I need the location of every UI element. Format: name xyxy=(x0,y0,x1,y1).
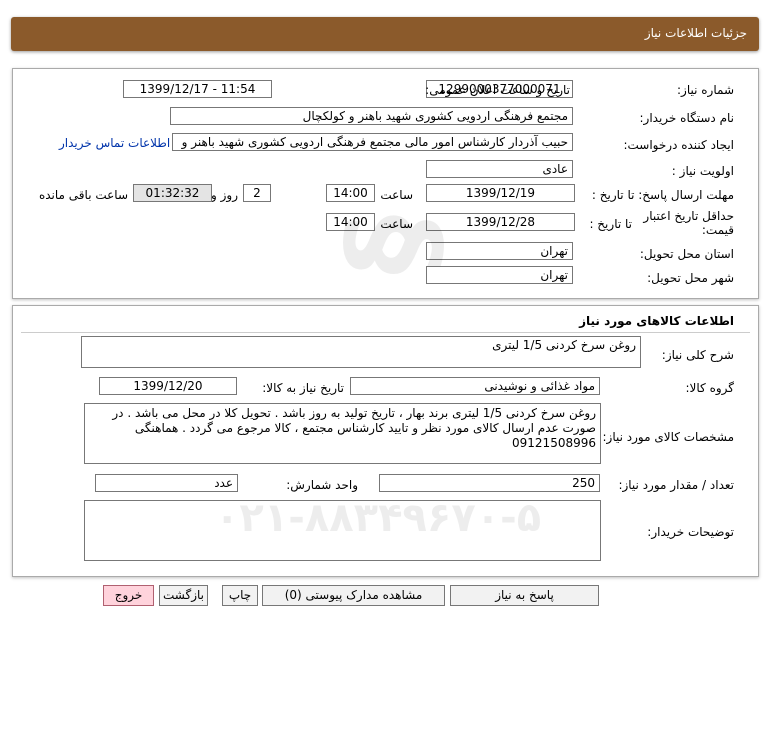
day-and-label: روز و xyxy=(211,188,238,202)
buyer-notes-field xyxy=(84,500,601,561)
need-info-panel: شماره نیاز: 1299000377000071 تاریخ و ساع… xyxy=(12,68,759,299)
days-remaining-field: 2 xyxy=(243,184,271,202)
reply-deadline-label: مهلت ارسال پاسخ: تا تاریخ : xyxy=(591,188,734,202)
reply-date-field: 1399/12/19 xyxy=(426,184,575,202)
announce-datetime-label: تاریخ و ساعت اعلان عمومی: xyxy=(425,83,570,97)
contact-buyer-link[interactable]: اطلاعات تماس خریدار xyxy=(59,136,170,150)
unit-label: واحد شمارش: xyxy=(286,478,358,492)
goods-section-title: اطلاعات کالاهای مورد نیاز xyxy=(579,314,734,328)
price-validity-label: حداقل تاریخ اعتبار قیمت: xyxy=(643,209,734,237)
section-divider xyxy=(21,332,750,333)
validity-time-field: 14:00 xyxy=(326,213,375,231)
exit-button[interactable]: خروج xyxy=(103,585,154,606)
buyer-notes-label: توضیحات خریدار: xyxy=(647,525,734,539)
province-field: تهران xyxy=(426,242,573,260)
province-label: استان محل تحویل: xyxy=(639,247,734,261)
priority-field: عادی xyxy=(426,160,573,178)
remaining-time-field: 01:32:32 xyxy=(133,184,212,202)
city-label: شهر محل تحویل: xyxy=(647,271,734,285)
goods-group-field: مواد غذائی و نوشیدنی xyxy=(350,377,600,395)
back-button[interactable]: بازگشت xyxy=(159,585,208,606)
need-date-field: 1399/12/20 xyxy=(99,377,237,395)
goods-panel: اطلاعات کالاهای مورد نیاز شرح کلی نیاز: … xyxy=(12,305,759,577)
goods-group-label: گروه کالا: xyxy=(685,381,735,395)
page-title-bar: جزئیات اطلاعات نیاز xyxy=(11,17,759,51)
need-date-label: تاریخ نیاز به کالا: xyxy=(262,381,344,395)
view-attachments-button[interactable]: مشاهده مدارک پیوستی (0) xyxy=(262,585,445,606)
unit-field: عدد xyxy=(95,474,238,492)
requester-field: حبیب آذردار کارشناس امور مالی مجتمع فرهن… xyxy=(172,133,573,151)
specs-field: روغن سرخ کردنی 1/5 لیتری برند بهار ، تار… xyxy=(84,403,601,464)
validity-date-field: 1399/12/28 xyxy=(426,213,575,231)
print-button[interactable]: چاپ xyxy=(222,585,258,606)
general-desc-field: روغن سرخ کردنی 1/5 لیتری xyxy=(81,336,641,368)
quantity-label: تعداد / مقدار مورد نیاز: xyxy=(618,478,734,492)
reply-to-need-button[interactable]: پاسخ به نیاز xyxy=(450,585,599,606)
city-field: تهران xyxy=(426,266,573,284)
buyer-name-label: نام دستگاه خریدار: xyxy=(639,111,735,125)
until-date-label: تا تاریخ : xyxy=(589,217,632,231)
validity-time-label: ساعت xyxy=(380,217,413,231)
need-number-label: شماره نیاز: xyxy=(677,83,734,97)
reply-time-label: ساعت xyxy=(380,188,413,202)
page-title: جزئیات اطلاعات نیاز xyxy=(644,26,747,40)
priority-label: اولویت نیاز : xyxy=(671,164,734,178)
specs-label: مشخصات کالای مورد نیاز: xyxy=(602,430,734,444)
quantity-field: 250 xyxy=(379,474,600,492)
general-desc-label: شرح کلی نیاز: xyxy=(661,348,734,362)
remaining-label: ساعت باقی مانده xyxy=(38,188,128,202)
reply-time-field: 14:00 xyxy=(326,184,375,202)
requester-label: ایجاد کننده درخواست: xyxy=(623,138,734,152)
buyer-name-field: مجتمع فرهنگی اردویی کشوری شهید باهنر و ک… xyxy=(170,107,573,125)
announce-datetime-field: 1399/12/17 - 11:54 xyxy=(123,80,272,98)
